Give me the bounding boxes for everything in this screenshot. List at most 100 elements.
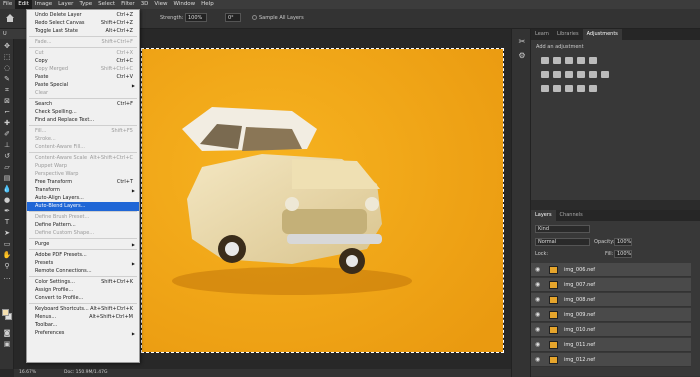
more-tools-icon[interactable]: … — [2, 273, 12, 281]
hand-tool-icon[interactable]: ✋ — [2, 251, 12, 259]
menu-3d[interactable]: 3D — [138, 0, 152, 9]
frame-tool-icon[interactable]: ⊠ — [2, 97, 12, 105]
invert-icon[interactable] — [541, 85, 549, 92]
home-icon[interactable] — [5, 13, 15, 23]
tools-icon[interactable]: ✂ — [516, 37, 528, 47]
hue-saturation-icon[interactable] — [541, 71, 549, 78]
layer-row[interactable]: ◉ img_007.nef — [531, 278, 691, 292]
tab-layers[interactable]: Layers — [531, 210, 556, 221]
sample-all-layers-checkbox[interactable] — [252, 15, 257, 20]
visibility-eye-icon[interactable]: ◉ — [535, 281, 540, 288]
threshold-icon[interactable] — [565, 85, 573, 92]
lasso-tool-icon[interactable]: ◌ — [2, 64, 12, 72]
menu-filter[interactable]: Filter — [118, 0, 138, 9]
quick-mask-icon[interactable]: ◙ — [2, 329, 12, 337]
type-tool-icon[interactable]: T — [2, 218, 12, 226]
menu-item-label: Copy Merged — [35, 66, 69, 72]
levels-icon[interactable] — [553, 57, 561, 64]
visibility-eye-icon[interactable]: ◉ — [535, 326, 540, 333]
menu-item[interactable]: Convert to Profile... — [27, 294, 139, 303]
photo-filter-icon[interactable] — [577, 71, 585, 78]
blur-tool-icon[interactable]: 💧 — [2, 185, 12, 193]
layer-row[interactable]: ◉ img_010.nef — [531, 323, 691, 337]
visibility-eye-icon[interactable]: ◉ — [535, 341, 540, 348]
menu-file[interactable]: File — [0, 0, 15, 9]
exposure-icon[interactable] — [577, 57, 585, 64]
menu-separator — [29, 276, 137, 277]
channel-mixer-icon[interactable] — [589, 71, 597, 78]
menu-layer[interactable]: Layer — [55, 0, 76, 9]
tab-libraries[interactable]: Libraries — [553, 29, 583, 40]
strength-field[interactable]: 100% — [185, 13, 207, 22]
brightness-icon[interactable] — [541, 57, 549, 64]
layer-row[interactable]: ◉ img_012.nef — [531, 353, 691, 367]
foreground-color-swatch[interactable] — [2, 309, 9, 316]
history-brush-tool-icon[interactable]: ↺ — [2, 152, 12, 160]
menu-item[interactable]: Preferences ▶ — [27, 329, 139, 338]
gradient-tool-icon[interactable]: ▤ — [2, 174, 12, 182]
color-lookup-icon[interactable] — [601, 71, 609, 78]
menu-edit[interactable]: Edit — [15, 0, 32, 9]
black-white-icon[interactable] — [565, 71, 573, 78]
menu-item-label: Undo Delete Layer — [35, 12, 82, 18]
blend-mode-select[interactable]: Normal — [535, 238, 590, 246]
kind-filter-select[interactable]: Kind — [535, 225, 590, 233]
menu-help[interactable]: Help — [198, 0, 217, 9]
healing-tool-icon[interactable]: ✚ — [2, 119, 12, 127]
color-balance-icon[interactable] — [553, 71, 561, 78]
gradient-map-icon[interactable] — [589, 85, 597, 92]
vibrance-icon[interactable] — [589, 57, 597, 64]
layer-row[interactable]: ◉ img_008.nef — [531, 293, 691, 307]
tab-channels[interactable]: Channels — [556, 210, 587, 221]
zoom-level[interactable]: 16.67% — [19, 369, 36, 377]
menu-type[interactable]: Type — [76, 0, 95, 9]
menu-item-label: Keyboard Shortcuts... — [35, 306, 89, 312]
menu-select[interactable]: Select — [95, 0, 118, 9]
menu-item[interactable]: Find and Replace Text... — [27, 116, 139, 125]
opacity-field[interactable]: 100% — [614, 238, 632, 246]
dodge-tool-icon[interactable]: ● — [2, 196, 12, 204]
menu-item-label: Auto-Blend Layers... — [35, 203, 86, 209]
tab-learn[interactable]: Learn — [531, 29, 553, 40]
layer-row[interactable]: ◉ img_006.nef — [531, 263, 691, 277]
layers-tabs: Layers Channels — [531, 210, 700, 221]
fill-field[interactable]: 100% — [614, 250, 632, 258]
zoom-tool-icon[interactable]: ⚲ — [2, 262, 12, 270]
menu-item-label: Free Transform — [35, 179, 73, 185]
properties-icon[interactable]: ⚙ — [516, 51, 528, 61]
shape-tool-icon[interactable]: ▭ — [2, 240, 12, 248]
layer-name: img_012.nef — [564, 357, 596, 363]
menu-image[interactable]: Image — [32, 0, 55, 9]
visibility-eye-icon[interactable]: ◉ — [535, 311, 540, 318]
menu-item[interactable]: Auto-Blend Layers... — [27, 202, 139, 211]
tab-adjustments[interactable]: Adjustments — [582, 29, 622, 40]
pen-tool-icon[interactable]: ✒ — [2, 207, 12, 215]
angle-field[interactable]: 0° — [225, 13, 241, 22]
menu-item-label: Find and Replace Text... — [35, 117, 95, 123]
brush-tool-icon[interactable]: ✐ — [2, 130, 12, 138]
eyedropper-tool-icon[interactable]: ⌐ — [2, 108, 12, 116]
marquee-tool-icon[interactable]: ⬚ — [2, 53, 12, 61]
path-select-tool-icon[interactable]: ➤ — [2, 229, 12, 237]
menu-item[interactable]: Purge ▶ — [27, 240, 139, 249]
curves-icon[interactable] — [565, 57, 573, 64]
screen-mode-icon[interactable]: ▣ — [2, 340, 12, 348]
menu-item-label: Transform — [35, 187, 60, 193]
visibility-eye-icon[interactable]: ◉ — [535, 266, 540, 273]
move-tool-icon[interactable]: ✥ — [2, 42, 12, 50]
menu-item[interactable]: Toggle Last State Alt+Ctrl+Z — [27, 27, 139, 36]
stamp-tool-icon[interactable]: ⊥ — [2, 141, 12, 149]
visibility-eye-icon[interactable]: ◉ — [535, 356, 540, 363]
quick-select-tool-icon[interactable]: ✎ — [2, 75, 12, 83]
layer-row[interactable]: ◉ img_011.nef — [531, 338, 691, 352]
menu-item-label: Redo Select Canvas — [35, 20, 85, 26]
crop-tool-icon[interactable]: ⌗ — [2, 86, 12, 94]
eraser-tool-icon[interactable]: ▱ — [2, 163, 12, 171]
selective-color-icon[interactable] — [577, 85, 585, 92]
visibility-eye-icon[interactable]: ◉ — [535, 296, 540, 303]
layer-row[interactable]: ◉ img_009.nef — [531, 308, 691, 322]
menu-item[interactable]: Remote Connections... — [27, 267, 139, 276]
menu-window[interactable]: Window — [170, 0, 198, 9]
menu-view[interactable]: View — [151, 0, 170, 9]
posterize-icon[interactable] — [553, 85, 561, 92]
